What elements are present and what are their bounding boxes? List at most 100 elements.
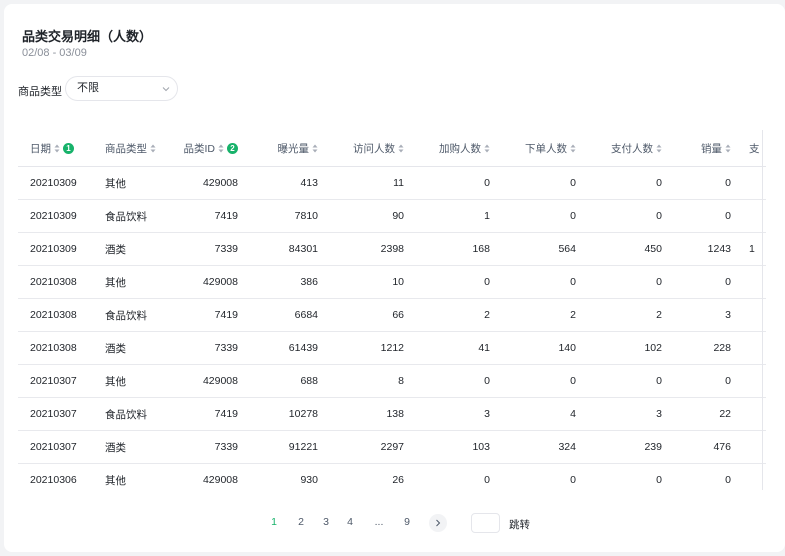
jump-button[interactable]: 跳转 xyxy=(509,517,530,532)
sort-icon[interactable] xyxy=(150,144,156,153)
table-cell: 0 xyxy=(582,265,668,299)
table-cell: 324 xyxy=(496,430,582,464)
table-cell: 20210308 xyxy=(18,298,93,332)
column-header[interactable]: 品类ID 2 xyxy=(178,130,244,167)
table-cell: 20210307 xyxy=(18,364,93,398)
table-cell: 20210307 xyxy=(18,397,93,431)
table-cell: 酒类 xyxy=(93,430,178,464)
page-4-button[interactable]: 4 xyxy=(342,516,358,528)
table-cell: 476 xyxy=(668,430,737,464)
sort-icon[interactable] xyxy=(54,144,60,153)
column-header-label: 支 xyxy=(749,142,760,155)
table-cell: 20210306 xyxy=(18,463,93,490)
table-cell: 其他 xyxy=(93,364,178,398)
table-cell: 酒类 xyxy=(93,331,178,365)
table-row: 20210309 其他 429008 413 11 0 0 0 0 xyxy=(18,166,766,200)
table-cell: 0 xyxy=(668,199,737,233)
sort-icon[interactable] xyxy=(312,144,318,153)
table-cell: 91221 xyxy=(244,430,324,464)
table-cell: 140 xyxy=(496,331,582,365)
date-range: 02/08 - 03/09 xyxy=(22,47,87,59)
table-cell: 102 xyxy=(582,331,668,365)
table-cell: 41 xyxy=(410,331,496,365)
table-cell: 450 xyxy=(582,232,668,266)
table-cell: 食品饮料 xyxy=(93,298,178,332)
table-cell: 食品饮料 xyxy=(93,397,178,431)
filter-label: 商品类型 xyxy=(18,86,62,98)
table-cell: 103 xyxy=(410,430,496,464)
column-header[interactable]: 商品类型 xyxy=(93,130,178,167)
column-header-label: 下单人数 xyxy=(525,142,567,155)
column-header[interactable]: 销量 xyxy=(668,130,737,167)
page-1-button[interactable]: 1 xyxy=(266,516,282,528)
sort-icon[interactable] xyxy=(725,144,731,153)
sort-icon[interactable] xyxy=(484,144,490,153)
table-cell: 2297 xyxy=(324,430,410,464)
table-cell: 386 xyxy=(244,265,324,299)
table-cell: 564 xyxy=(496,232,582,266)
table-cell: 0 xyxy=(410,166,496,200)
table-cell: 11 xyxy=(324,166,410,200)
data-table: 日期 1 商品类型 品类ID 2 曝光量 访问人数 加购人数 下单人数 支付人数 销量支 20210… xyxy=(18,130,766,490)
column-header[interactable]: 加购人数 xyxy=(410,130,496,167)
table-cell: 688 xyxy=(244,364,324,398)
page-3-button[interactable]: 3 xyxy=(318,516,334,528)
table-cell: 食品饮料 xyxy=(93,199,178,233)
table-cell: 6684 xyxy=(244,298,324,332)
table-row: 20210308 食品饮料 7419 6684 66 2 2 2 3 xyxy=(18,298,766,332)
table-cell: 7339 xyxy=(178,232,244,266)
sort-icon[interactable] xyxy=(656,144,662,153)
table-cell: 0 xyxy=(582,364,668,398)
table-cell: 20210308 xyxy=(18,265,93,299)
table-cell: 0 xyxy=(668,166,737,200)
column-header-label: 日期 xyxy=(30,142,51,155)
sort-icon[interactable] xyxy=(398,144,404,153)
scroll-divider xyxy=(762,130,763,490)
sort-icon[interactable] xyxy=(570,144,576,153)
column-header-label: 品类ID xyxy=(183,142,216,155)
table-cell: 20210309 xyxy=(18,199,93,233)
table-cell: 20210309 xyxy=(18,232,93,266)
page-2-button[interactable]: 2 xyxy=(293,516,309,528)
category-select-value: 不限 xyxy=(77,82,99,94)
table-cell: 7339 xyxy=(178,331,244,365)
table-cell: 413 xyxy=(244,166,324,200)
sort-order-badge: 1 xyxy=(63,143,74,155)
sort-icon[interactable] xyxy=(218,144,224,153)
column-header[interactable]: 下单人数 xyxy=(496,130,582,167)
table-cell: 7419 xyxy=(178,397,244,431)
table-cell: 138 xyxy=(324,397,410,431)
table-cell: 2 xyxy=(496,298,582,332)
table-row: 20210307 其他 429008 688 8 0 0 0 0 xyxy=(18,364,766,398)
category-select[interactable]: 不限 xyxy=(65,76,178,101)
table-cell: 22 xyxy=(668,397,737,431)
column-header[interactable]: 支付人数 xyxy=(582,130,668,167)
column-header[interactable]: 访问人数 xyxy=(324,130,410,167)
table-cell: 2 xyxy=(582,298,668,332)
table-cell: 1212 xyxy=(324,331,410,365)
column-header[interactable]: 日期 1 xyxy=(18,130,93,167)
table-row: 20210308 其他 429008 386 10 0 0 0 0 xyxy=(18,265,766,299)
next-page-button[interactable] xyxy=(429,514,447,532)
column-header[interactable]: 曝光量 xyxy=(244,130,324,167)
table-cell: 其他 xyxy=(93,265,178,299)
table-cell: 20210307 xyxy=(18,430,93,464)
table-row: 20210309 酒类 7339 84301 2398 168 564 450 1243 1 xyxy=(18,232,766,266)
table-cell: 429008 xyxy=(178,463,244,490)
column-header-label: 曝光量 xyxy=(277,142,310,155)
page-9-button[interactable]: 9 xyxy=(399,516,415,528)
table-cell: 7810 xyxy=(244,199,324,233)
table-row: 20210307 酒类 7339 91221 2297 103 324 239 476 xyxy=(18,430,766,464)
table-cell: 0 xyxy=(496,199,582,233)
table-cell: 239 xyxy=(582,430,668,464)
table-cell: 其他 xyxy=(93,463,178,490)
table-cell: 0 xyxy=(496,463,582,490)
table-cell: 429008 xyxy=(178,166,244,200)
table-cell: 429008 xyxy=(178,364,244,398)
table-cell: 7419 xyxy=(178,199,244,233)
table-cell: 84301 xyxy=(244,232,324,266)
jump-page-input[interactable] xyxy=(471,513,500,533)
table-cell: 7339 xyxy=(178,430,244,464)
table-cell: 20210309 xyxy=(18,166,93,200)
table-body: 20210309 其他 429008 413 11 0 0 0 0 20210309 食品饮料 741… xyxy=(18,166,766,490)
